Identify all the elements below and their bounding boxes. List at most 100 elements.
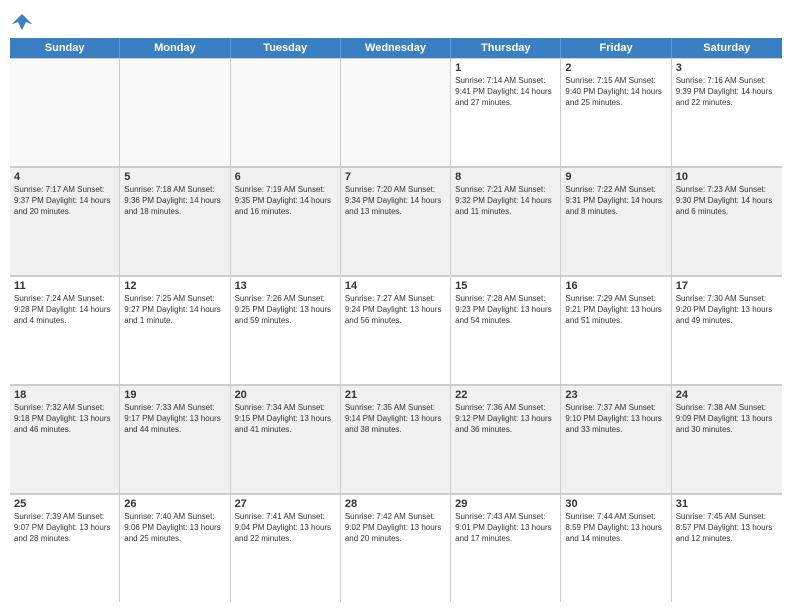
cell-info: Sunrise: 7:14 AM Sunset: 9:41 PM Dayligh… — [455, 76, 556, 108]
cell-info: Sunrise: 7:26 AM Sunset: 9:25 PM Dayligh… — [235, 294, 336, 326]
calendar-cell: 27 Sunrise: 7:41 AM Sunset: 9:04 PM Dayli… — [231, 494, 341, 602]
cell-info: Sunrise: 7:32 AM Sunset: 9:18 PM Dayligh… — [14, 403, 115, 435]
calendar-cell: 12 Sunrise: 7:25 AM Sunset: 9:27 PM Dayli… — [120, 276, 230, 384]
calendar-cell: 10 Sunrise: 7:23 AM Sunset: 9:30 PM Dayli… — [672, 167, 782, 275]
calendar-cell: 13 Sunrise: 7:26 AM Sunset: 9:25 PM Dayli… — [231, 276, 341, 384]
calendar-cell: 6 Sunrise: 7:19 AM Sunset: 9:35 PM Daylig… — [231, 167, 341, 275]
calendar-cell: 9 Sunrise: 7:22 AM Sunset: 9:31 PM Daylig… — [561, 167, 671, 275]
day-number: 23 — [565, 389, 666, 401]
cell-info: Sunrise: 7:34 AM Sunset: 9:15 PM Dayligh… — [235, 403, 336, 435]
day-number: 20 — [235, 389, 336, 401]
cell-info: Sunrise: 7:38 AM Sunset: 9:09 PM Dayligh… — [676, 403, 778, 435]
day-number: 6 — [235, 171, 336, 183]
calendar-cell: 2 Sunrise: 7:15 AM Sunset: 9:40 PM Daylig… — [561, 58, 671, 166]
calendar-cell: 14 Sunrise: 7:27 AM Sunset: 9:24 PM Dayli… — [341, 276, 451, 384]
cell-info: Sunrise: 7:43 AM Sunset: 9:01 PM Dayligh… — [455, 512, 556, 544]
day-number: 1 — [455, 62, 556, 74]
day-number: 17 — [676, 280, 778, 292]
day-number: 2 — [565, 62, 666, 74]
day-number: 21 — [345, 389, 446, 401]
day-number: 25 — [14, 498, 115, 510]
day-number: 12 — [124, 280, 225, 292]
header-day-sunday: Sunday — [10, 38, 120, 58]
calendar-cell: 31 Sunrise: 7:45 AM Sunset: 8:57 PM Dayli… — [672, 494, 782, 602]
calendar-cell: 29 Sunrise: 7:43 AM Sunset: 9:01 PM Dayli… — [451, 494, 561, 602]
calendar-row-3: 11Sunrise: 7:24 AM Sunset: 9:28 PM Dayli… — [10, 276, 782, 385]
calendar-cell: 16 Sunrise: 7:29 AM Sunset: 9:21 PM Dayli… — [561, 276, 671, 384]
calendar-cell: 23Sunrise: 7:37 AM Sunset: 9:10 PM Dayli… — [561, 385, 671, 493]
cell-info: Sunrise: 7:33 AM Sunset: 9:17 PM Dayligh… — [124, 403, 225, 435]
calendar: SundayMondayTuesdayWednesdayThursdayFrid… — [10, 38, 782, 602]
cell-info: Sunrise: 7:23 AM Sunset: 9:30 PM Dayligh… — [676, 185, 778, 217]
calendar-body: 1 Sunrise: 7:14 AM Sunset: 9:41 PM Daylig… — [10, 58, 782, 602]
cell-info: Sunrise: 7:28 AM Sunset: 9:23 PM Dayligh… — [455, 294, 556, 326]
cell-info: Sunrise: 7:16 AM Sunset: 9:39 PM Dayligh… — [676, 76, 778, 108]
calendar-row-2: 4 Sunrise: 7:17 AM Sunset: 9:37 PM Daylig… — [10, 167, 782, 276]
day-number: 22 — [455, 389, 556, 401]
day-number: 31 — [676, 498, 778, 510]
day-number: 9 — [565, 171, 666, 183]
cell-info: Sunrise: 7:36 AM Sunset: 9:12 PM Dayligh… — [455, 403, 556, 435]
day-number: 13 — [235, 280, 336, 292]
calendar-row-1: 1 Sunrise: 7:14 AM Sunset: 9:41 PM Daylig… — [10, 58, 782, 167]
calendar-cell: 21 Sunrise: 7:35 AM Sunset: 9:14 PM Dayli… — [341, 385, 451, 493]
calendar-cell: 26Sunrise: 7:40 AM Sunset: 9:06 PM Dayli… — [120, 494, 230, 602]
header-day-tuesday: Tuesday — [231, 38, 341, 58]
calendar-cell: 5Sunrise: 7:18 AM Sunset: 9:36 PM Daylig… — [120, 167, 230, 275]
cell-info: Sunrise: 7:42 AM Sunset: 9:02 PM Dayligh… — [345, 512, 446, 544]
calendar-cell: 4 Sunrise: 7:17 AM Sunset: 9:37 PM Daylig… — [10, 167, 120, 275]
cell-info: Sunrise: 7:45 AM Sunset: 8:57 PM Dayligh… — [676, 512, 778, 544]
calendar-cell: 1 Sunrise: 7:14 AM Sunset: 9:41 PM Daylig… — [451, 58, 561, 166]
cell-info: Sunrise: 7:15 AM Sunset: 9:40 PM Dayligh… — [565, 76, 666, 108]
calendar-cell: 28 Sunrise: 7:42 AM Sunset: 9:02 PM Dayli… — [341, 494, 451, 602]
calendar-cell: 11Sunrise: 7:24 AM Sunset: 9:28 PM Dayli… — [10, 276, 120, 384]
day-number: 11 — [14, 280, 115, 292]
cell-info: Sunrise: 7:44 AM Sunset: 8:59 PM Dayligh… — [565, 512, 666, 544]
day-number: 27 — [235, 498, 336, 510]
calendar-cell — [10, 58, 120, 166]
cell-info: Sunrise: 7:39 AM Sunset: 9:07 PM Dayligh… — [14, 512, 115, 544]
day-number: 7 — [345, 171, 446, 183]
cell-info: Sunrise: 7:29 AM Sunset: 9:21 PM Dayligh… — [565, 294, 666, 326]
calendar-cell — [231, 58, 341, 166]
day-number: 14 — [345, 280, 446, 292]
logo — [10, 10, 38, 34]
cell-info: Sunrise: 7:17 AM Sunset: 9:37 PM Dayligh… — [14, 185, 115, 217]
day-number: 8 — [455, 171, 556, 183]
header-day-monday: Monday — [120, 38, 230, 58]
calendar-cell: 19Sunrise: 7:33 AM Sunset: 9:17 PM Dayli… — [120, 385, 230, 493]
header — [10, 10, 782, 34]
day-number: 28 — [345, 498, 446, 510]
cell-info: Sunrise: 7:25 AM Sunset: 9:27 PM Dayligh… — [124, 294, 225, 326]
cell-info: Sunrise: 7:41 AM Sunset: 9:04 PM Dayligh… — [235, 512, 336, 544]
page: SundayMondayTuesdayWednesdayThursdayFrid… — [0, 0, 792, 612]
cell-info: Sunrise: 7:27 AM Sunset: 9:24 PM Dayligh… — [345, 294, 446, 326]
header-day-thursday: Thursday — [451, 38, 561, 58]
calendar-row-4: 18 Sunrise: 7:32 AM Sunset: 9:18 PM Dayli… — [10, 385, 782, 494]
calendar-cell: 3Sunrise: 7:16 AM Sunset: 9:39 PM Daylig… — [672, 58, 782, 166]
calendar-row-5: 25 Sunrise: 7:39 AM Sunset: 9:07 PM Dayli… — [10, 494, 782, 602]
calendar-cell: 20 Sunrise: 7:34 AM Sunset: 9:15 PM Dayli… — [231, 385, 341, 493]
day-number: 16 — [565, 280, 666, 292]
header-day-wednesday: Wednesday — [341, 38, 451, 58]
day-number: 29 — [455, 498, 556, 510]
cell-info: Sunrise: 7:35 AM Sunset: 9:14 PM Dayligh… — [345, 403, 446, 435]
cell-info: Sunrise: 7:40 AM Sunset: 9:06 PM Dayligh… — [124, 512, 225, 544]
calendar-cell: 22 Sunrise: 7:36 AM Sunset: 9:12 PM Dayli… — [451, 385, 561, 493]
calendar-cell: 7 Sunrise: 7:20 AM Sunset: 9:34 PM Daylig… — [341, 167, 451, 275]
calendar-cell — [120, 58, 230, 166]
calendar-cell: 30 Sunrise: 7:44 AM Sunset: 8:59 PM Dayli… — [561, 494, 671, 602]
cell-info: Sunrise: 7:22 AM Sunset: 9:31 PM Dayligh… — [565, 185, 666, 217]
day-number: 10 — [676, 171, 778, 183]
header-day-saturday: Saturday — [672, 38, 782, 58]
calendar-cell — [341, 58, 451, 166]
logo-icon — [10, 10, 34, 34]
calendar-header: SundayMondayTuesdayWednesdayThursdayFrid… — [10, 38, 782, 58]
calendar-cell: 8Sunrise: 7:21 AM Sunset: 9:32 PM Daylig… — [451, 167, 561, 275]
day-number: 30 — [565, 498, 666, 510]
day-number: 18 — [14, 389, 115, 401]
cell-info: Sunrise: 7:19 AM Sunset: 9:35 PM Dayligh… — [235, 185, 336, 217]
header-day-friday: Friday — [561, 38, 671, 58]
day-number: 4 — [14, 171, 115, 183]
cell-info: Sunrise: 7:20 AM Sunset: 9:34 PM Dayligh… — [345, 185, 446, 217]
